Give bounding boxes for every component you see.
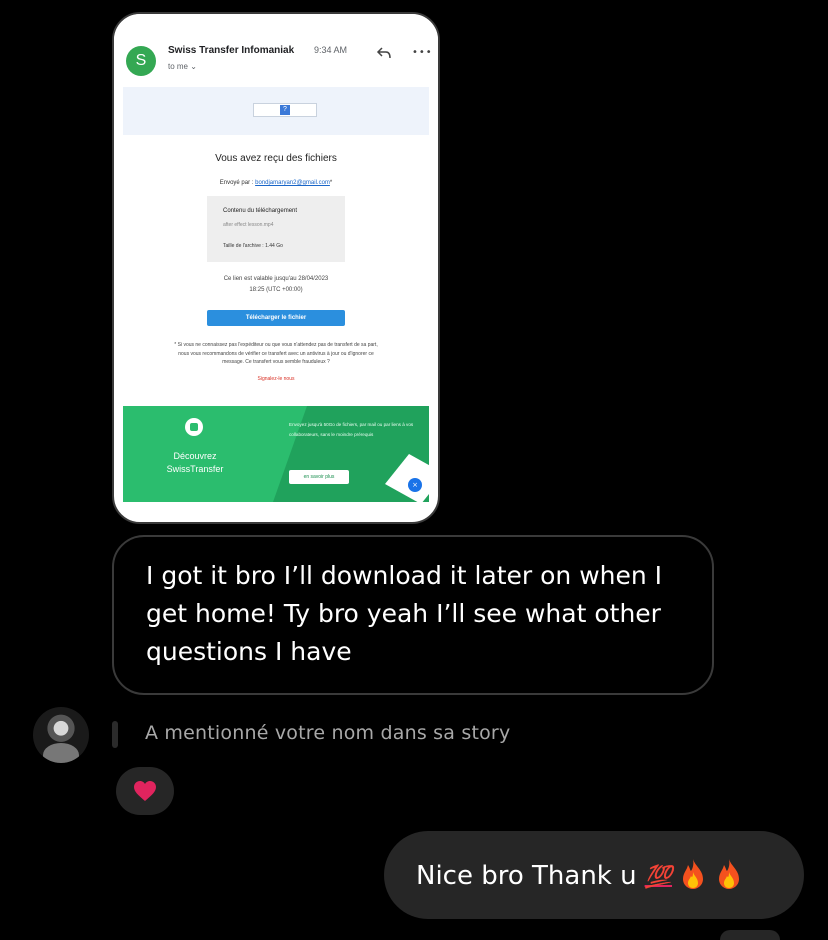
promo-learn-more-button: en savoir plus — [289, 470, 349, 484]
incoming-message-bubble[interactable]: I got it bro I’ll download it later on w… — [112, 535, 714, 695]
sender-avatar: S — [126, 46, 156, 76]
next-message-bubble — [720, 930, 780, 940]
report-link: Signalez-le nous — [257, 376, 295, 382]
outgoing-message-text: Nice bro Thank u 💯 — [416, 858, 744, 891]
email-screenshot-image[interactable]: S Swiss Transfer Infomaniak 9:34 AM to m… — [112, 12, 440, 524]
story-mention-text[interactable]: A mentionné votre nom dans sa story — [145, 722, 510, 744]
heart-icon — [134, 781, 156, 801]
more-options-icon: ••• — [412, 47, 433, 58]
fire-icon — [683, 859, 703, 889]
validity-text: Ce lien est valable jusqu'au 28/04/2023 … — [223, 276, 329, 293]
promo-banner: Découvrez SwissTransfer Envoyez jusqu'à … — [123, 406, 429, 502]
promo-text: Envoyez jusqu'à 50Go de fichiers, par ma… — [289, 422, 414, 437]
file-name: after effect lesson.mp4 — [223, 222, 274, 228]
promo-title: Découvrez SwissTransfer — [166, 451, 224, 474]
email-title: Vous avez reçu des fichiers — [215, 153, 337, 164]
email-time: 9:34 AM — [314, 45, 348, 55]
close-icon: × — [408, 478, 422, 492]
sent-by-line: Envoyé par : bondjamaryan2@gmail.com* — [219, 180, 333, 186]
incoming-message-text: I got it bro I’ll download it later on w… — [146, 561, 663, 666]
avatar[interactable] — [33, 707, 89, 763]
email-header: S Swiss Transfer Infomaniak 9:34 AM to m… — [114, 14, 438, 94]
reaction-bubble[interactable] — [116, 767, 174, 815]
outgoing-message-bubble[interactable]: Nice bro Thank u 💯 — [384, 831, 804, 919]
sender-name: Swiss Transfer Infomaniak — [168, 45, 295, 56]
fire-icon — [719, 859, 739, 889]
hundred-points-icon: 💯 — [644, 865, 672, 890]
download-content-box: Contenu du téléchargement after effect l… — [207, 196, 345, 262]
story-mention-bar — [112, 721, 118, 748]
warning-text: * Si vous ne connaissez pas l'expéditeur… — [174, 342, 378, 365]
reply-icon — [376, 47, 391, 59]
email-banner: ? — [123, 87, 429, 135]
broken-image-icon: ? — [253, 103, 317, 117]
download-file-button: Télécharger le fichier — [207, 310, 345, 326]
swisstransfer-logo-icon — [185, 418, 203, 436]
archive-size: Taille de l'archive : 1.44 Go — [223, 243, 283, 249]
recipient-label: to me ⌄ — [168, 62, 197, 71]
content-heading: Contenu du téléchargement — [223, 208, 298, 214]
